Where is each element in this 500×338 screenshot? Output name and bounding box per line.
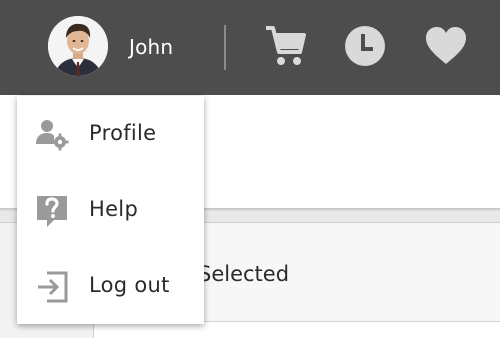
top-navigation-bar: John <box>0 0 500 95</box>
help-question-icon <box>35 194 69 228</box>
menu-item-label: Help <box>89 197 139 221</box>
cart-icon[interactable] <box>264 24 306 72</box>
selected-label: Selected <box>198 262 290 286</box>
heart-icon[interactable] <box>424 26 468 70</box>
header-divider <box>224 25 226 70</box>
user-dropdown-menu: Profile Help Log out <box>17 96 204 324</box>
menu-item-profile[interactable]: Profile <box>17 96 204 172</box>
user-name[interactable]: John <box>129 34 173 60</box>
menu-item-label: Log out <box>89 273 170 297</box>
menu-item-help[interactable]: Help <box>17 172 204 248</box>
user-photo <box>48 16 108 76</box>
logout-icon <box>35 270 69 304</box>
clock-icon[interactable] <box>344 25 386 71</box>
menu-item-logout[interactable]: Log out <box>17 248 204 324</box>
avatar[interactable] <box>48 16 108 76</box>
menu-item-label: Profile <box>89 121 157 145</box>
user-gear-icon <box>35 118 69 152</box>
